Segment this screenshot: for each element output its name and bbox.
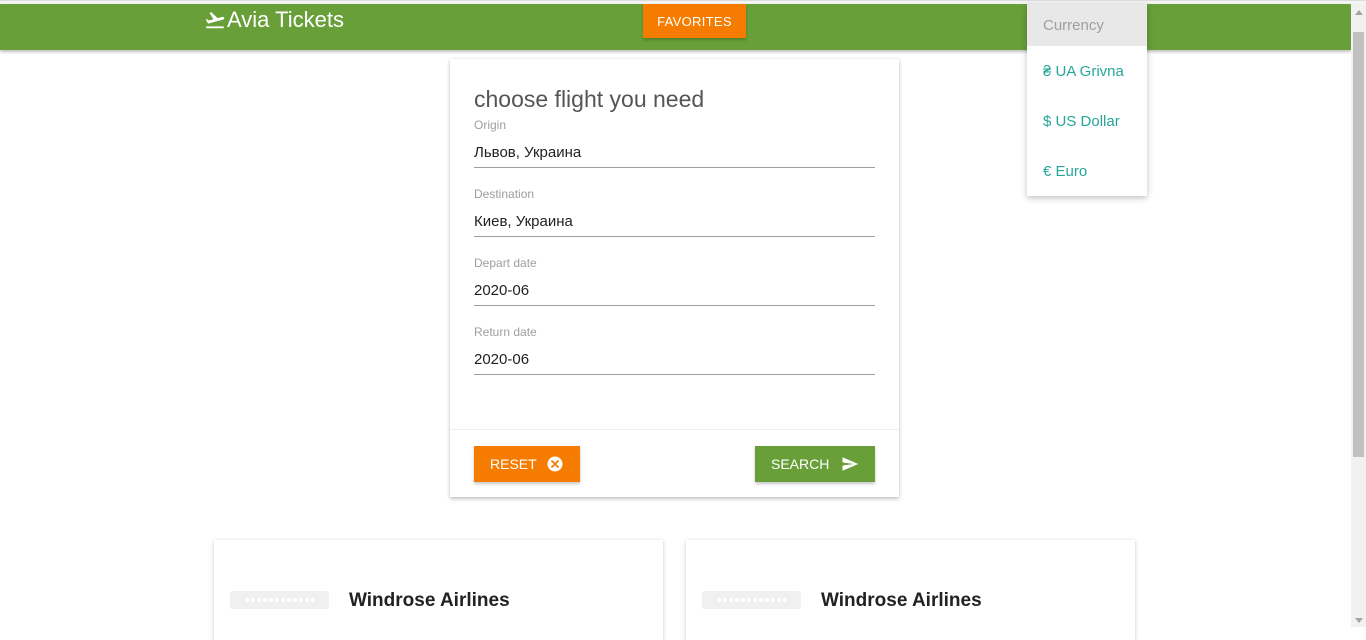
return-date-field[interactable]: Return date 2020-06 [474, 325, 875, 375]
depart-date-label: Depart date [474, 256, 537, 270]
ticket-card: Windrose Airlines [686, 540, 1135, 640]
scroll-down-arrow-icon[interactable] [1355, 618, 1363, 623]
plane-takeoff-icon [205, 12, 225, 29]
vertical-scrollbar[interactable] [1351, 4, 1366, 627]
brand-logo[interactable]: Avia Tickets [204, 6, 344, 34]
origin-input[interactable]: Львов, Украина [474, 144, 581, 161]
favorites-button[interactable]: FAVORITES [643, 4, 746, 38]
form-actions: RESET SEARCH [450, 429, 899, 497]
depart-date-input[interactable]: 2020-06 [474, 282, 529, 299]
origin-label: Origin [474, 118, 507, 132]
send-icon [842, 457, 859, 471]
destination-field[interactable]: Destination Киев, Украина [474, 187, 875, 237]
currency-option-usd[interactable]: $ US Dollar [1027, 96, 1147, 146]
form-title: choose flight you need [474, 86, 705, 112]
destination-label: Destination [474, 187, 535, 201]
depart-date-field[interactable]: Depart date 2020-06 [474, 256, 875, 306]
return-date-label: Return date [474, 325, 537, 339]
search-button[interactable]: SEARCH [755, 446, 875, 482]
currency-option-eur[interactable]: € Euro [1027, 146, 1147, 196]
currency-option-uah[interactable]: ₴ UA Grivna [1027, 46, 1147, 96]
reset-button-label: RESET [490, 456, 537, 472]
return-date-input[interactable]: 2020-06 [474, 351, 529, 368]
ticket-card: Windrose Airlines [214, 540, 663, 640]
currency-dropdown: Currency ₴ UA Grivna $ US Dollar € Euro [1027, 4, 1147, 196]
search-form-card: choose flight you need Origin Львов, Укр… [450, 59, 899, 497]
airline-name: Windrose Airlines [821, 590, 982, 611]
scrollbar-thumb[interactable] [1353, 32, 1364, 457]
airline-logo [702, 591, 801, 609]
currency-heading[interactable]: Currency [1027, 4, 1147, 46]
scroll-up-arrow-icon[interactable] [1355, 10, 1363, 15]
brand-title: Avia Tickets [227, 7, 344, 32]
origin-field[interactable]: Origin Львов, Украина [474, 118, 875, 168]
airline-logo [230, 591, 329, 609]
cancel-circle-icon [547, 456, 563, 472]
search-button-label: SEARCH [771, 456, 830, 472]
navbar: Avia Tickets FAVORITES [0, 4, 1351, 50]
destination-input[interactable]: Киев, Украина [474, 213, 573, 230]
airline-name: Windrose Airlines [349, 590, 510, 611]
reset-button[interactable]: RESET [474, 446, 580, 482]
